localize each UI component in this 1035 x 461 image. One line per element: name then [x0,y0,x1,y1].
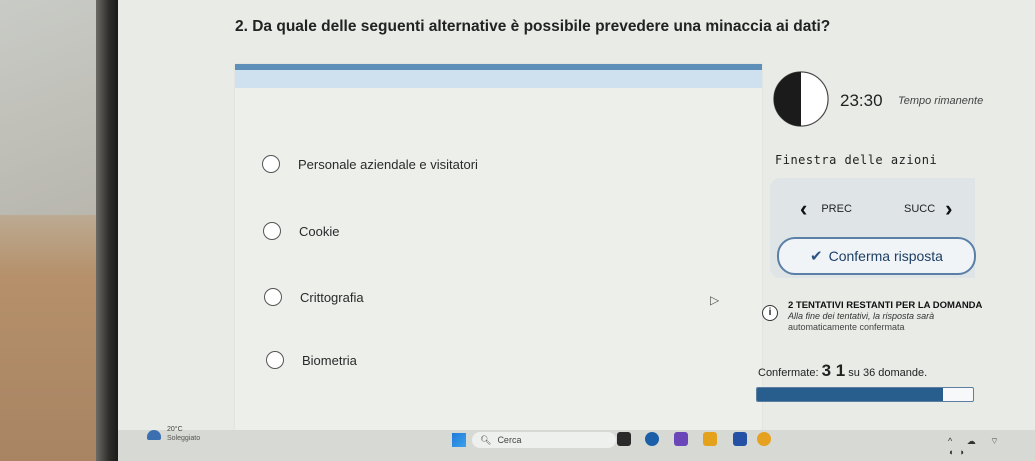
radio-button[interactable] [262,155,280,173]
confirmed-prefix: Confermate: [758,367,822,379]
option-biometria[interactable]: Biometria [266,351,357,369]
option-crittografia[interactable]: Crittografia [264,288,364,306]
file-explorer-icon[interactable] [703,432,717,446]
confirm-answer-button[interactable]: ✔ Conferma risposta [777,237,976,275]
chevron-right-icon: › [945,196,953,221]
windows-start-icon[interactable] [452,433,466,447]
weather-description: Soleggiato [167,435,201,442]
option-cookie[interactable]: Cookie [263,222,339,240]
timer-label: Tempo rimanente [898,95,984,107]
taskbar-search[interactable]: 🔍︎ Cerca [472,432,616,448]
confirm-label: Conferma risposta [828,248,943,264]
attempts-note-2: automaticamente confermata [788,322,905,332]
radio-button[interactable] [264,288,282,306]
confirmed-number: 3 1 [821,361,846,380]
next-button[interactable]: SUCC › [904,198,953,220]
photo-background [0,0,118,461]
prev-label: PREC [821,203,852,215]
option-label: Crittografia [300,289,364,305]
chrome-icon[interactable] [757,432,771,446]
confirmed-suffix: su 36 domande. [845,367,928,379]
check-icon: ✔ [810,248,823,265]
timer-value: 23:30 [840,91,883,110]
option-personale[interactable]: Personale aziendale e visitatori [262,155,478,173]
attempts-title: 2 TENTATIVI RESTANTI PER LA DOMANDA [788,300,983,311]
monitor-bezel [96,0,118,461]
attempts-note: Alla fine dei tentativi, la risposta sar… [788,311,935,321]
option-label: Biometria [302,352,357,368]
chevron-left-icon: ‹ [800,196,808,221]
radio-button[interactable] [266,351,284,369]
confirmed-count: Confermate: 3 1 su 36 domande. [758,361,927,381]
store-icon[interactable] [733,432,747,446]
edge-browser-icon[interactable] [645,432,659,446]
system-tray[interactable]: ^ ☁ ⌔ ◖◗ [948,436,1035,457]
mouse-cursor-icon: ▷ [710,293,720,307]
timer-pie-icon [773,71,829,127]
next-label: SUCC [904,203,936,215]
info-icon: i [762,305,778,321]
teams-icon[interactable] [674,432,688,446]
prev-button[interactable]: ‹ PREC [800,198,852,220]
task-view-icon[interactable] [617,432,631,446]
weather-sun-icon[interactable] [147,430,161,440]
radio-button[interactable] [263,222,281,240]
search-placeholder: Cerca [497,435,522,445]
progress-fill [757,388,943,401]
answer-panel [235,64,762,436]
search-icon: 🔍︎ [480,434,492,445]
progress-bar [756,387,974,402]
option-label: Personale aziendale e visitatori [298,156,478,172]
question-title: 2. Da quale delle seguenti alternative è… [235,18,831,35]
actions-title: Finestra delle azioni [775,153,938,167]
answer-panel-header [235,70,762,88]
option-label: Cookie [299,223,340,239]
weather-temperature: 20°C [167,426,183,433]
